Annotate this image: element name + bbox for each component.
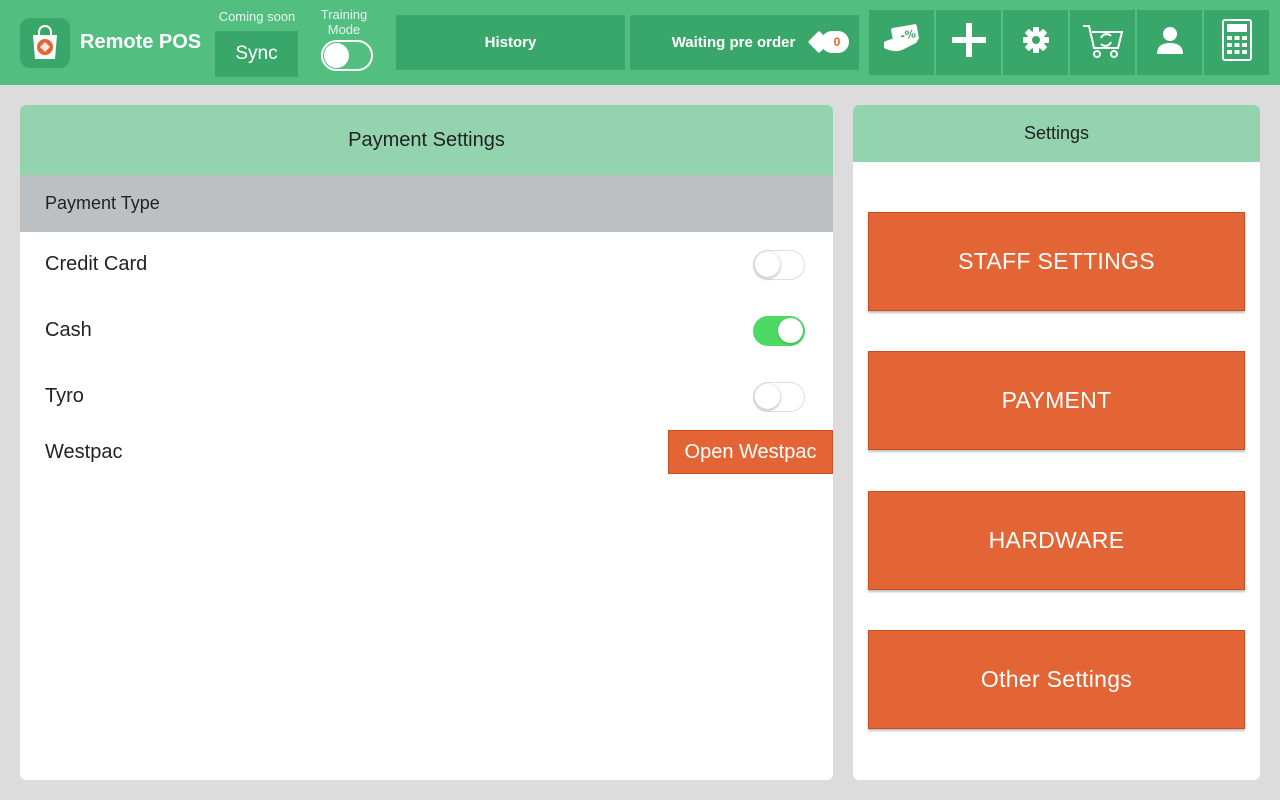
waiting-count: 0 [833, 35, 841, 49]
gear-icon [1022, 26, 1050, 59]
toggle-knob [755, 252, 780, 277]
toggle-knob [778, 318, 803, 343]
settings-menu-title: Settings [853, 105, 1260, 162]
toggle-knob [324, 43, 349, 68]
payment-settings-panel: Payment Settings Payment Type Credit Car… [20, 105, 833, 780]
tyro-toggle[interactable] [753, 382, 805, 412]
calculator-button[interactable] [1204, 10, 1269, 75]
cart-sync-icon [1081, 20, 1125, 65]
settings-button[interactable] [1003, 10, 1068, 75]
payment-row-westpac: Westpac Open Westpac [20, 428, 833, 478]
discount-icon: -% [880, 20, 924, 65]
calculator-icon [1221, 19, 1252, 66]
history-label: History [484, 34, 537, 51]
payment-settings-title: Payment Settings [20, 105, 833, 175]
payment-row-cash: Cash [20, 306, 833, 356]
app-logo-icon[interactable] [20, 18, 70, 68]
payment-row-label: Credit Card [45, 253, 148, 275]
settings-menu-panel: Settings STAFF SETTINGS PAYMENT HARDWARE… [853, 105, 1260, 780]
payment-type-section-header: Payment Type [20, 175, 833, 232]
plus-icon [951, 22, 987, 63]
training-mode-toggle[interactable] [321, 40, 373, 71]
add-button[interactable] [936, 10, 1001, 75]
payment-row-label: Tyro [45, 385, 84, 407]
cash-toggle[interactable] [753, 316, 805, 346]
toggle-knob [755, 384, 780, 409]
payment-row-label: Westpac [45, 441, 123, 463]
hardware-button[interactable]: HARDWARE [868, 491, 1245, 590]
user-icon [1154, 24, 1186, 61]
waiting-pre-order-label: Waiting pre order [671, 34, 796, 51]
waiting-pre-order-button[interactable]: Waiting pre order 0 [630, 15, 859, 70]
staff-settings-button[interactable]: STAFF SETTINGS [868, 212, 1245, 311]
payment-row-label: Cash [45, 319, 92, 341]
discount-button[interactable]: -% [869, 10, 934, 75]
svg-text:-%: -% [899, 27, 917, 43]
sync-button[interactable]: Sync [215, 31, 298, 77]
payment-row-credit-card: Credit Card [20, 240, 833, 290]
app-title: Remote POS [80, 31, 202, 53]
open-westpac-button[interactable]: Open Westpac [668, 430, 833, 474]
training-mode-label: Training Mode [320, 7, 368, 37]
user-button[interactable] [1137, 10, 1202, 75]
credit-card-toggle[interactable] [753, 250, 805, 280]
other-settings-button[interactable]: Other Settings [868, 630, 1245, 729]
cart-sync-button[interactable] [1070, 10, 1135, 75]
coming-soon-label: Coming soon [218, 9, 296, 24]
payment-button[interactable]: PAYMENT [868, 351, 1245, 450]
history-button[interactable]: History [396, 15, 625, 70]
top-bar: Remote POS Coming soon Sync Training Mod… [0, 0, 1280, 85]
payment-row-tyro: Tyro [20, 372, 833, 422]
